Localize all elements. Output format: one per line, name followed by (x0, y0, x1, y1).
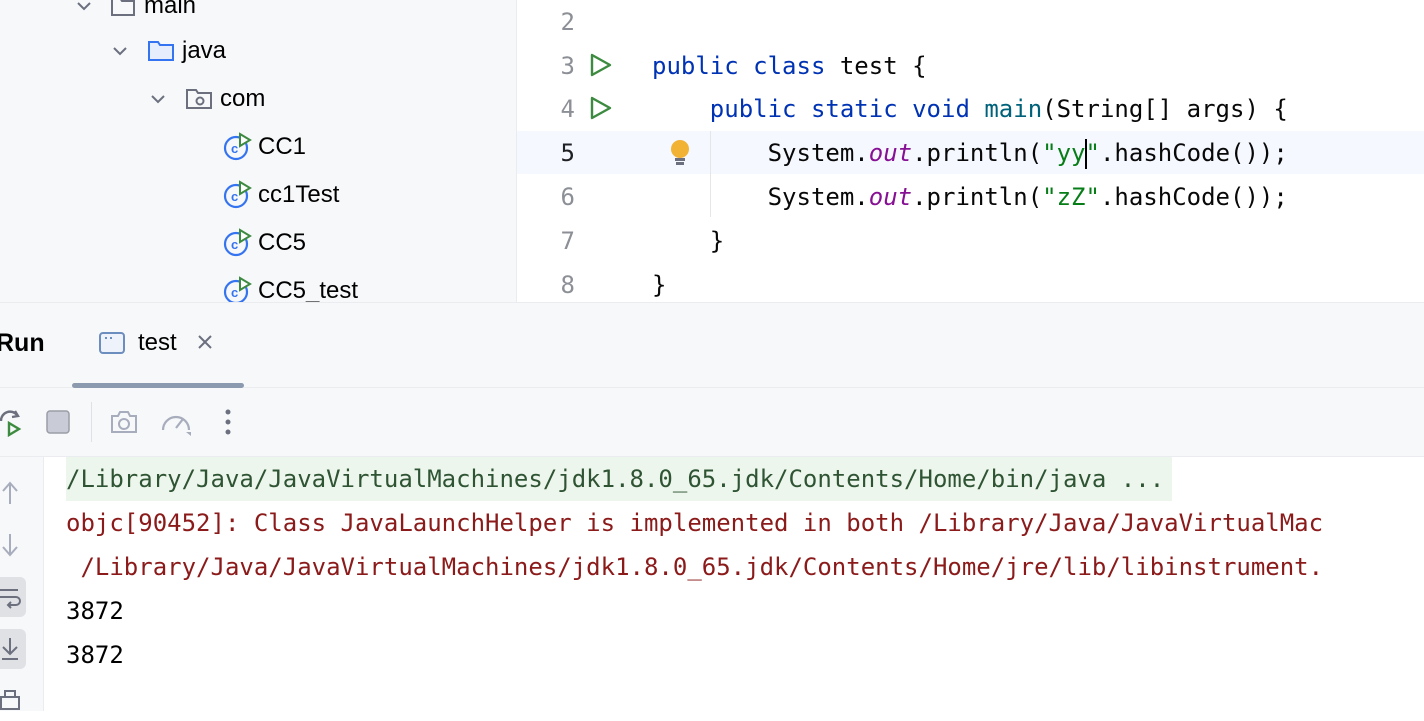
tree-item-java[interactable]: java (108, 31, 226, 71)
tree-item-label: CC5_test (258, 277, 359, 302)
project-tree: main java com c CC1 c cc1Test c CC5 c CC… (0, 0, 517, 302)
runnable-class-icon: c (222, 132, 252, 162)
line-number: 2 (560, 8, 575, 36)
keyword: public (709, 95, 797, 123)
tree-item-label: CC5 (258, 229, 307, 256)
scroll-up-icon[interactable] (0, 473, 26, 513)
code-line-7[interactable]: } (652, 219, 724, 263)
tree-item-cc5-test[interactable]: c CC5_test (222, 271, 358, 302)
rerun-icon[interactable] (0, 404, 28, 440)
line-number: 6 (560, 183, 575, 211)
run-toolbar (0, 388, 1424, 457)
package-icon (184, 84, 214, 114)
console-tab-icon (98, 331, 126, 355)
console-output[interactable]: /Library/Java/JavaVirtualMachines/jdk1.8… (44, 457, 1424, 711)
module-folder-icon (108, 0, 138, 21)
tree-item-com[interactable]: com (146, 79, 265, 119)
run-main-gutter-icon[interactable] (585, 86, 615, 130)
code-line-8[interactable]: } (652, 263, 666, 302)
soft-wrap-icon[interactable] (0, 577, 26, 617)
svg-text:c: c (231, 285, 238, 300)
code-text: .println( (912, 139, 1043, 167)
field-name: out (868, 139, 913, 167)
code-line-4[interactable]: public static void main(String[] args) { (652, 87, 1288, 131)
scroll-to-end-icon[interactable] (0, 629, 26, 669)
chevron-down-icon[interactable] (146, 87, 170, 111)
code-text: } (709, 227, 725, 255)
line-number: 4 (560, 95, 575, 123)
keyword: public (652, 52, 739, 80)
code-text: .hashCode()); (1099, 139, 1288, 167)
svg-text:c: c (231, 189, 238, 204)
svg-text:c: c (231, 141, 238, 156)
runnable-class-icon: c (222, 276, 252, 302)
toolbar-separator (91, 402, 92, 442)
code-text: test { (825, 52, 927, 80)
print-icon[interactable] (0, 681, 26, 721)
runnable-class-icon: c (222, 228, 252, 258)
console-output-line: 3872 (66, 641, 124, 669)
tree-item-label: com (220, 85, 266, 112)
string-literal: "yy (1042, 139, 1086, 167)
run-header: Run test (0, 303, 1424, 388)
tree-item-label: java (182, 37, 227, 64)
line-number: 3 (560, 52, 575, 80)
tree-item-cc5[interactable]: c CC5 (222, 223, 306, 263)
close-icon[interactable] (197, 329, 213, 357)
profiler-gauge-icon[interactable] (158, 404, 194, 440)
stop-icon[interactable] (40, 404, 76, 440)
code-text: System. (767, 139, 869, 167)
tree-item-label: main (144, 0, 197, 19)
line-number-current: 5 (560, 139, 575, 167)
console-command-line: /Library/Java/JavaVirtualMachines/jdk1.8… (66, 457, 1173, 501)
field-name: out (868, 183, 913, 211)
keyword: void (912, 95, 970, 123)
method-name: main (984, 95, 1043, 123)
code-text: (String[] args) { (1042, 95, 1288, 123)
run-tab-test[interactable]: test (72, 303, 244, 388)
string-literal: "zZ" (1042, 183, 1100, 211)
code-text: System. (767, 183, 869, 211)
tree-item-label: cc1Test (258, 181, 340, 208)
line-number: 7 (560, 227, 575, 255)
camera-icon[interactable] (106, 404, 142, 440)
code-text: .println( (912, 183, 1043, 211)
console-error-line: /Library/Java/JavaVirtualMachines/jdk1.8… (66, 553, 1324, 581)
code-line-3[interactable]: public class test { (652, 44, 927, 88)
code-editor[interactable]: 2 3 4 5 6 7 8 public class test { public… (517, 0, 1424, 302)
tab-label: test (138, 329, 177, 356)
runnable-class-icon: c (222, 180, 252, 210)
code-text: } (652, 271, 667, 299)
code-text: .hashCode()); (1099, 183, 1288, 211)
keyword: class (753, 52, 826, 80)
source-folder-icon (146, 36, 176, 66)
run-tool-window: Run test /Library/Java/JavaVirtualMachin… (0, 302, 1424, 711)
tree-item-cc1test[interactable]: c cc1Test (222, 175, 339, 215)
keyword: static (810, 95, 898, 123)
tree-item-label: CC1 (258, 133, 307, 160)
more-options-icon[interactable] (210, 404, 246, 440)
tree-item-main[interactable]: main (72, 0, 196, 26)
chevron-down-icon[interactable] (72, 0, 96, 18)
scroll-down-icon[interactable] (0, 525, 26, 565)
string-literal: " (1085, 139, 1100, 167)
console-error-line: objc[90452]: Class JavaLaunchHelper is i… (66, 509, 1324, 537)
run-class-gutter-icon[interactable] (585, 43, 615, 87)
console-side-toolbar (0, 457, 44, 711)
line-number: 8 (560, 271, 575, 299)
code-line-5[interactable]: System.out.println("yy".hashCode()); (652, 131, 1288, 175)
code-line-6[interactable]: System.out.println("zZ".hashCode()); (652, 175, 1288, 219)
tree-item-cc1[interactable]: c CC1 (222, 127, 306, 167)
svg-text:c: c (231, 237, 238, 252)
tool-window-title: Run (0, 329, 45, 357)
chevron-down-icon[interactable] (108, 39, 132, 63)
console-output-line: 3872 (66, 597, 124, 625)
